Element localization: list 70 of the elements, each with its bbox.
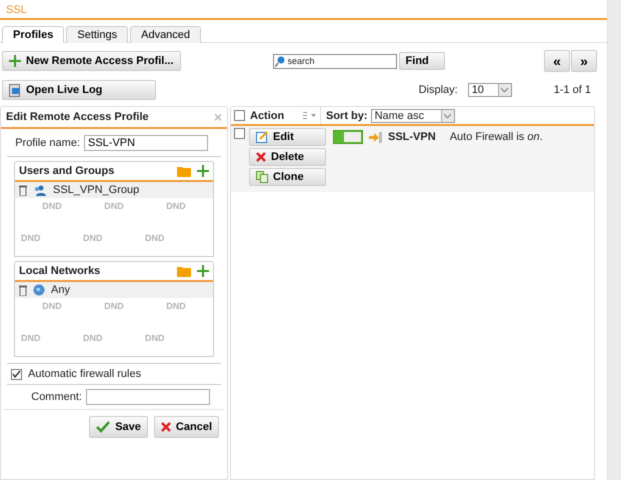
check-icon: [96, 421, 110, 433]
find-button[interactable]: Find: [398, 52, 445, 70]
columns-menu-icon[interactable]: [303, 112, 317, 119]
close-icon: [160, 422, 171, 432]
save-button[interactable]: Save: [89, 416, 148, 438]
scrollbar[interactable]: [607, 0, 621, 480]
search-field[interactable]: search: [272, 54, 397, 68]
drop-hint: DND: [21, 332, 40, 344]
drop-hint: DND: [42, 201, 62, 213]
drop-hint: DND: [42, 301, 62, 313]
drop-hint: DND: [21, 232, 40, 244]
checkbox[interactable]: [11, 368, 22, 380]
new-profile-button[interactable]: New Remote Access Profil...: [2, 51, 181, 71]
checkbox[interactable]: [234, 128, 245, 139]
comment-field[interactable]: [86, 389, 210, 405]
arrow-icon: [369, 132, 382, 142]
previous-page-button[interactable]: «: [544, 50, 570, 72]
sort-select[interactable]: Name asc: [370, 108, 455, 122]
section-title: Local Networks: [19, 265, 100, 277]
tab[interactable]: Settings: [66, 26, 128, 43]
item-label: SSL_VPN_Group: [53, 184, 140, 196]
action-button[interactable]: Clone: [249, 168, 326, 186]
cancel-button[interactable]: Cancel: [154, 416, 219, 438]
tab[interactable]: Advanced: [130, 26, 202, 43]
sort-label: Sort by:: [326, 110, 368, 122]
drop-hint: DND: [104, 201, 124, 213]
profile-name-label: Profile name:: [15, 137, 80, 149]
panel-title: Edit Remote Access Profile: [6, 111, 149, 123]
drop-hint: DND: [166, 201, 186, 213]
drop-hint: DND: [104, 301, 124, 313]
tab[interactable]: Profiles: [2, 26, 64, 43]
folder-icon[interactable]: [177, 166, 191, 176]
users-icon: [33, 184, 47, 196]
plus-icon: [9, 55, 21, 67]
profile-name: SSL-VPN: [388, 131, 436, 143]
next-page-button[interactable]: »: [571, 50, 597, 72]
drop-hint: DND: [145, 332, 164, 344]
item-label: Any: [51, 284, 70, 296]
column-header: Action: [250, 110, 284, 122]
edit-icon: [256, 131, 268, 143]
drop-hint: DND: [83, 232, 102, 244]
comment-label: Comment:: [31, 391, 82, 403]
copy-icon: [256, 171, 268, 183]
plus-icon: [197, 165, 209, 177]
drop-hint: DND: [145, 232, 164, 244]
checkbox-label: Automatic firewall rules: [28, 368, 142, 380]
profile-name-field[interactable]: SSL-VPN: [84, 135, 208, 151]
display-select[interactable]: 10: [468, 83, 512, 97]
log-icon: [9, 84, 21, 96]
live-log-button[interactable]: Open Live Log: [2, 80, 156, 100]
drop-hint: DND: [166, 301, 186, 313]
action-button[interactable]: Edit: [249, 128, 326, 146]
caret-icon: [498, 84, 511, 96]
profile-description: Auto Firewall is on.: [450, 131, 543, 143]
drop-hint: DND: [83, 332, 102, 344]
window-title: SSL: [0, 0, 607, 20]
toggle-switch[interactable]: [333, 130, 363, 144]
search-icon: [274, 56, 285, 66]
globe-icon: [33, 284, 45, 296]
section-title: Users and Groups: [19, 165, 114, 177]
plus-icon: [197, 265, 209, 277]
action-button[interactable]: Delete: [249, 148, 326, 166]
close-icon: [256, 152, 266, 162]
page-info: 1-1 of 1: [554, 84, 591, 96]
caret-icon: [440, 110, 454, 122]
checkbox[interactable]: [234, 110, 245, 121]
folder-icon[interactable]: [177, 266, 191, 276]
trash-icon[interactable]: [19, 284, 27, 296]
trash-icon[interactable]: [19, 184, 27, 196]
display-label: Display:: [418, 84, 458, 96]
